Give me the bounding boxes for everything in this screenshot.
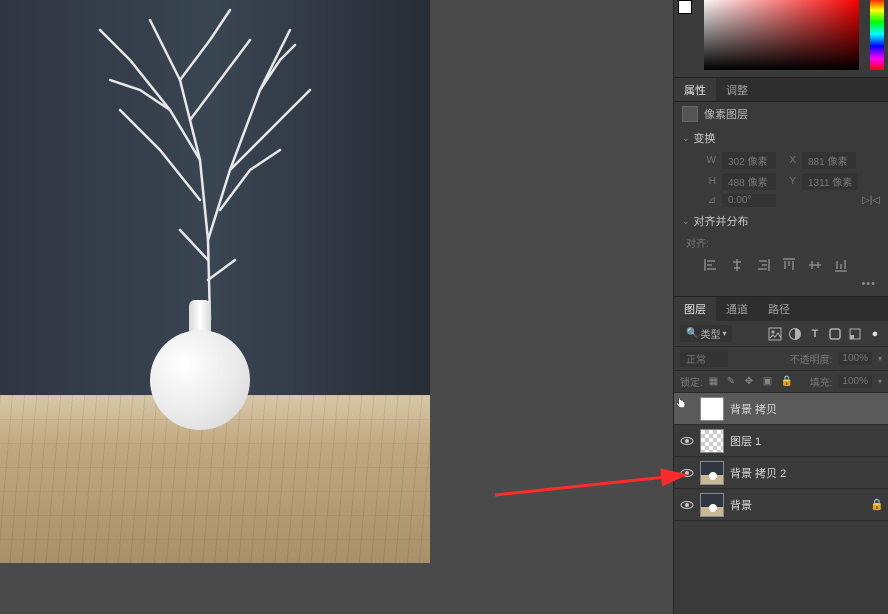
lock-artboard-icon[interactable]: ▣ [763,376,775,388]
canvas-area[interactable] [0,0,430,563]
chevron-down-icon[interactable]: ▾ [878,354,882,363]
image-branches [80,0,340,320]
tab-properties[interactable]: 属性 [674,78,716,101]
filter-kind-label: 类型 [700,326,720,341]
visibility-eye-icon[interactable] [680,466,694,480]
layer-thumbnail[interactable] [700,397,724,421]
lock-move-icon[interactable]: ✥ [745,376,757,388]
layer-name-label[interactable]: 图层 1 [730,433,761,449]
annotation-arrow [490,420,700,500]
align-right-icon[interactable] [754,256,772,274]
chevron-down-icon[interactable]: ▾ [878,377,882,386]
chevron-down-icon: ▾ [722,329,726,338]
layer-item[interactable]: 背景 拷贝 2 [674,457,888,489]
align-distribute-label: 对齐并分布 [694,213,749,229]
pixel-layer-label: 像素图层 [704,106,748,122]
align-label-row: 对齐: [674,233,888,252]
height-field[interactable]: 488 像素 [722,173,776,190]
opacity-field[interactable]: 100% [838,352,872,365]
foreground-color-swatch[interactable] [678,0,692,14]
more-options-icon[interactable]: ••• [674,278,888,296]
lock-trans-icon[interactable]: ▦ [709,376,721,388]
transform-section-header[interactable]: ⌄ 变换 [674,126,888,150]
layer-item[interactable]: 图层 1 [674,425,888,457]
align-hcenter-icon[interactable] [728,256,746,274]
layer-thumbnail[interactable] [700,429,724,453]
filter-type-icon[interactable]: T [808,327,822,341]
fill-label: 填充: [810,374,833,389]
align-buttons-row [674,252,888,278]
color-field[interactable] [704,0,859,70]
pixel-layer-icon [682,106,698,122]
layer-name-label[interactable]: 背景 拷贝 2 [730,465,786,481]
filter-pixel-icon[interactable] [768,327,782,341]
color-picker-panel [674,0,888,78]
hand-cursor-icon [674,397,688,411]
flip-horizontal-icon[interactable]: ▷|◁ [862,195,880,206]
lock-paint-icon[interactable]: ✎ [727,376,739,388]
lock-icon: 🔒 [870,498,882,511]
h-label: H [702,176,716,187]
tab-channels[interactable]: 通道 [716,297,758,321]
lock-label: 锁定: [680,374,703,389]
align-left-icon[interactable] [702,256,720,274]
layer-list: 背景 拷贝 图层 1 背景 拷贝 2 背景 🔒 [674,393,888,521]
document-canvas[interactable] [0,0,430,563]
transform-label: 变换 [694,130,716,146]
blend-mode-row: 正常 不透明度: 100% ▾ [674,347,888,371]
y-label: Y [782,176,796,187]
x-label: X [782,155,796,166]
layer-thumbnail[interactable] [700,493,724,517]
right-panel-dock: 属性 调整 像素图层 ⌄ 变换 W 302 像素 X 881 像素 H 488 … [673,0,888,614]
chevron-down-icon: ⌄ [682,216,690,227]
layer-item[interactable]: 背景 拷贝 [674,393,888,425]
layer-type-row: 像素图层 [674,102,888,126]
properties-tabs: 属性 调整 [674,78,888,102]
hue-slider[interactable] [870,0,884,70]
chevron-down-icon: ⌄ [682,133,690,144]
image-vase [140,300,260,430]
align-bottom-icon[interactable] [832,256,850,274]
foreground-background-swatch[interactable] [678,0,700,22]
filter-adjust-icon[interactable] [788,327,802,341]
layer-name-label[interactable]: 背景 [730,497,752,513]
layers-panel: 图层 通道 路径 🔍 类型 ▾ T ● 正常 不透明度: 100% ▾ [674,296,888,521]
lock-row: 锁定: ▦ ✎ ✥ ▣ 🔒 填充: 100% ▾ [674,371,888,393]
visibility-eye-icon[interactable] [680,434,694,448]
blend-mode-select[interactable]: 正常 [680,350,728,367]
search-icon: 🔍 [686,328,698,339]
transform-wx-row: W 302 像素 X 881 像素 [674,150,888,171]
width-field[interactable]: 302 像素 [722,152,776,169]
layer-thumbnail[interactable] [700,461,724,485]
layers-tabs: 图层 通道 路径 [674,297,888,321]
filter-shape-icon[interactable] [828,327,842,341]
filter-toggle-icon[interactable]: ● [868,327,882,341]
align-vcenter-icon[interactable] [806,256,824,274]
opacity-label: 不透明度: [790,351,833,366]
angle-icon: ⊿ [702,195,716,206]
w-label: W [702,155,716,166]
x-field[interactable]: 881 像素 [802,152,856,169]
transform-hy-row: H 488 像素 Y 1311 像素 [674,171,888,192]
tab-paths[interactable]: 路径 [758,297,800,321]
align-label: 对齐: [686,235,709,250]
layer-name-label[interactable]: 背景 拷贝 [730,401,777,417]
layer-filter-row: 🔍 类型 ▾ T ● [674,321,888,347]
angle-field[interactable]: 0.00° [722,194,776,207]
tab-layers[interactable]: 图层 [674,297,716,321]
filter-kind-select[interactable]: 🔍 类型 ▾ [680,325,732,342]
align-section-header[interactable]: ⌄ 对齐并分布 [674,209,888,233]
y-field[interactable]: 1311 像素 [802,173,858,190]
tab-adjustments[interactable]: 调整 [716,78,758,101]
layer-item[interactable]: 背景 🔒 [674,489,888,521]
lock-all-icon[interactable]: 🔒 [781,376,793,388]
align-top-icon[interactable] [780,256,798,274]
filter-smart-icon[interactable] [848,327,862,341]
transform-angle-row: ⊿ 0.00° ▷|◁ [674,192,888,209]
fill-field[interactable]: 100% [838,375,872,388]
visibility-eye-icon[interactable] [680,498,694,512]
